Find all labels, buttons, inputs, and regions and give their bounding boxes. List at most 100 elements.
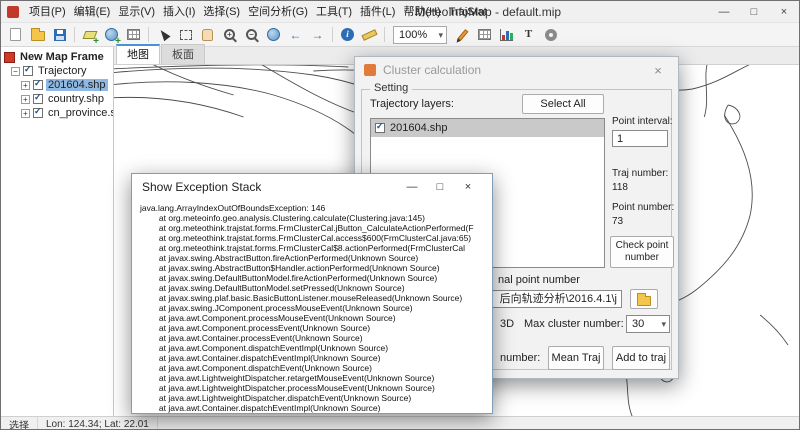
open-file-icon[interactable] (27, 25, 48, 45)
save-icon[interactable] (49, 25, 70, 45)
legend-panel: New Map Frame Trajectory 201604.shp coun… (1, 47, 114, 416)
pan-icon[interactable] (197, 25, 218, 45)
stack-trace-line: at javax.swing.JComponent.processMouseEv… (140, 303, 492, 313)
group-label: Trajectory (36, 65, 89, 77)
statusbar: 选择 Lon: 124.34; Lat: 22.01 (1, 416, 799, 430)
browse-folder-button[interactable] (630, 289, 658, 309)
zoom-level-value: 100% (399, 29, 427, 41)
minimize-button[interactable]: — (709, 1, 739, 22)
identify-icon[interactable]: i (337, 25, 358, 45)
stack-trace-line: at javax.swing.DefaultButtonModel.setPre… (140, 283, 492, 293)
text-label-icon[interactable]: T (518, 25, 539, 45)
stack-trace-line: at java.awt.Container.processEvent(Unkno… (140, 333, 492, 343)
stack-trace-line: at java.awt.Component.processMouseEvent(… (140, 313, 492, 323)
stack-trace-line: at org.meteoinfo.geo.analysis.Clustering… (140, 213, 492, 223)
menu-item[interactable]: 编辑(E) (70, 1, 115, 23)
tree-item-layer[interactable]: 201604.shp (1, 78, 113, 92)
toolbar-separator (332, 27, 333, 42)
group-checkbox[interactable] (23, 66, 33, 76)
stack-trace-line: at java.awt.Component.dispatchEventImpl(… (140, 343, 492, 353)
menu-item[interactable]: 工具(T) (312, 1, 356, 23)
max-cluster-number-label: Max cluster number: (524, 318, 624, 330)
stack-trace-line: at java.awt.LightweightDispatcher.proces… (140, 383, 492, 393)
tree-item-layer[interactable]: cn_province.shp (1, 106, 113, 120)
stack-trace-line: at javax.swing.plaf.basic.BasicButtonLis… (140, 293, 492, 303)
maximize-button[interactable]: □ (426, 174, 454, 200)
layer-label: country.shp (46, 93, 106, 105)
stack-trace-line: at java.awt.Component.processEvent(Unkno… (140, 323, 492, 333)
tree-item-map-frame[interactable]: New Map Frame (1, 50, 113, 64)
full-extent-icon[interactable] (263, 25, 284, 45)
select-all-button[interactable]: Select All (522, 94, 604, 114)
stack-trace-text[interactable]: java.lang.ArrayIndexOutOfBoundsException… (132, 200, 492, 413)
layer-list-label: 201604.shp (390, 122, 448, 134)
layer-list-item[interactable]: 201604.shp (371, 119, 604, 137)
menu-item[interactable]: 插件(L) (356, 1, 399, 23)
map-frame-icon (4, 52, 15, 63)
chart-icon[interactable] (496, 25, 517, 45)
point-number-label: Point number: (612, 202, 674, 213)
point-interval-label: Point interval: (612, 116, 673, 127)
stack-trace-line: at java.awt.LightweightDispatcher.dispat… (140, 393, 492, 403)
settings-gear-icon[interactable] (540, 25, 561, 45)
measure-icon[interactable] (359, 25, 380, 45)
cluster-number-label: number: (500, 352, 540, 364)
point-interval-input[interactable]: 1 (612, 130, 668, 147)
folder-icon (637, 296, 651, 306)
layer-checkbox[interactable] (375, 123, 385, 133)
collapse-icon[interactable] (11, 67, 20, 76)
close-button[interactable]: × (769, 1, 799, 22)
tab-layout[interactable]: 板面 (161, 44, 205, 64)
menu-item[interactable]: 插入(I) (159, 1, 199, 23)
select-arrow-icon[interactable] (153, 25, 174, 45)
add-web-layer-icon[interactable]: + (101, 25, 122, 45)
expand-icon[interactable] (21, 95, 30, 104)
layer-checkbox[interactable] (33, 108, 43, 118)
tab-map[interactable]: 地图 (116, 44, 160, 64)
stack-trace-line: at org.meteothink.trajstat.forms.FrmClus… (140, 243, 492, 253)
expand-icon[interactable] (21, 81, 30, 90)
menu-item[interactable]: 选择(S) (199, 1, 244, 23)
add-layer-icon[interactable]: + (79, 25, 100, 45)
menu-item[interactable]: 显示(V) (114, 1, 159, 23)
layer-label: cn_province.shp (46, 107, 114, 119)
dialog-icon (364, 64, 376, 76)
zoom-out-icon[interactable]: − (241, 25, 262, 45)
mean-traj-button[interactable]: Mean Traj (548, 346, 604, 370)
stack-trace-line: java.lang.ArrayIndexOutOfBoundsException… (140, 203, 492, 213)
check-point-number-button[interactable]: Check point number (610, 236, 674, 268)
edit-pencil-icon[interactable] (452, 25, 473, 45)
open-data-icon[interactable] (123, 25, 144, 45)
max-cluster-number-combo[interactable]: 30 (626, 315, 670, 333)
menu-item[interactable]: 项目(P) (25, 1, 70, 23)
titlebar: 项目(P)编辑(E)显示(V)插入(I)选择(S)空间分析(G)工具(T)插件(… (1, 1, 799, 23)
point-number-value: 73 (612, 216, 623, 227)
stack-trace-line: at javax.swing.AbstractButton.fireAction… (140, 253, 492, 263)
zoom-previous-icon[interactable]: ← (285, 25, 306, 45)
close-button[interactable]: × (454, 174, 482, 200)
add-to-traj-button[interactable]: Add to traj (612, 346, 670, 370)
zoom-level-combo[interactable]: 100% (393, 26, 447, 44)
expand-icon[interactable] (21, 109, 30, 118)
max-cluster-number-value: 30 (632, 318, 644, 330)
tree-item-trajectory-group[interactable]: Trajectory (1, 64, 113, 78)
cluster-dialog-titlebar: Cluster calculation × (355, 57, 678, 83)
layer-checkbox[interactable] (33, 94, 43, 104)
attribute-table-icon[interactable] (474, 25, 495, 45)
zoom-next-icon[interactable]: → (307, 25, 328, 45)
select-rectangle-icon[interactable] (175, 25, 196, 45)
zoom-in-icon[interactable]: + (219, 25, 240, 45)
menu-item[interactable]: 空间分析(G) (244, 1, 312, 23)
new-document-icon[interactable] (5, 25, 26, 45)
window-controls: — □ × (709, 1, 799, 22)
app-window: 项目(P)编辑(E)显示(V)插入(I)选择(S)空间分析(G)工具(T)插件(… (0, 0, 800, 430)
chevron-down-icon (661, 318, 666, 330)
close-icon[interactable]: × (647, 63, 669, 78)
setting-group-label: Setting (370, 82, 412, 94)
cluster-dialog-title: Cluster calculation (383, 63, 481, 77)
minimize-button[interactable]: — (398, 174, 426, 200)
maximize-button[interactable]: □ (739, 1, 769, 22)
layer-checkbox[interactable] (33, 80, 43, 90)
tree-item-layer[interactable]: country.shp (1, 92, 113, 106)
stack-trace-line: at org.meteothink.trajstat.forms.FrmClus… (140, 223, 492, 233)
